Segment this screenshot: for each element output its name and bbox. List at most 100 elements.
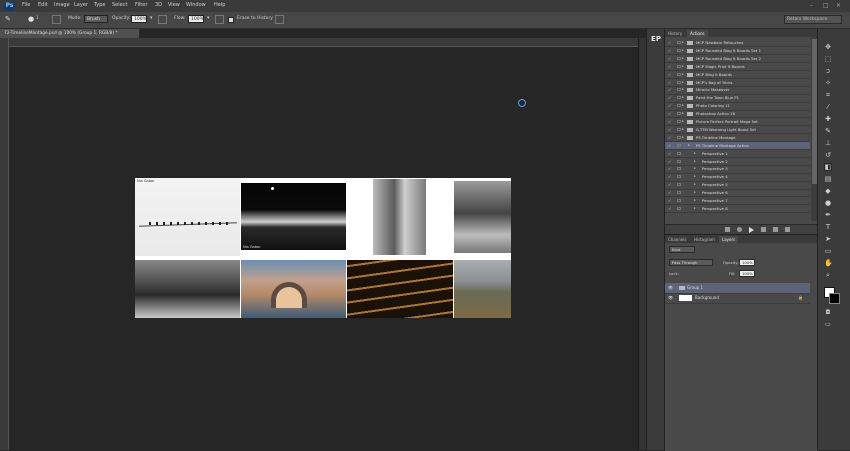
checkmark-icon[interactable]: ✓ [668,205,671,212]
checkmark-icon[interactable]: ✓ [668,55,671,62]
pressure-opacity-icon[interactable] [158,15,167,24]
tab-history[interactable]: History [665,30,685,37]
flow-input[interactable]: 100% [188,15,204,23]
new-action-icon[interactable] [773,227,778,232]
dodge-tool-icon[interactable]: ● [824,199,832,207]
expand-triangle-icon[interactable]: ▸ [694,165,696,172]
checkmark-icon[interactable]: ✓ [668,118,671,125]
dialog-toggle-icon[interactable] [677,159,681,163]
dialog-toggle-icon[interactable] [677,88,681,92]
opacity-dropdown-icon[interactable]: ▾ [150,15,156,24]
dialog-toggle-icon[interactable] [677,183,681,187]
expand-triangle-icon[interactable]: ▸ [682,126,684,133]
action-row[interactable]: ✓ ▸ Perspective 8 [665,205,810,214]
menu-3d[interactable]: 3D [155,2,162,8]
dialog-toggle-icon[interactable] [677,120,681,123]
path-select-tool-icon[interactable]: ➤ [824,235,832,243]
checkmark-icon[interactable]: ✓ [668,165,671,172]
expand-triangle-icon[interactable]: ▸ [688,142,690,149]
lasso-tool-icon[interactable]: ↄ [824,67,832,75]
eraser-tool-icon[interactable]: ✎ [5,15,14,24]
flow-dropdown-icon[interactable]: ▾ [207,15,213,24]
expand-triangle-icon[interactable]: ▸ [682,39,684,46]
expand-triangle-icon[interactable]: ▸ [682,134,684,141]
expand-triangle-icon[interactable]: ▸ [682,110,684,117]
tab-channels[interactable]: Channels [665,236,690,243]
shape-tool-icon[interactable]: ▭ [824,247,832,255]
stop-icon[interactable] [725,227,730,232]
checkmark-icon[interactable]: ✓ [668,181,671,188]
brush-panel-icon[interactable] [52,15,61,24]
crop-tool-icon[interactable]: ⌗ [824,91,832,99]
close-icon[interactable]: × [836,2,841,9]
eye-icon[interactable]: 👁 [668,283,673,293]
dialog-toggle-icon[interactable] [677,191,681,195]
checkmark-icon[interactable]: ✓ [668,110,671,117]
menu-edit[interactable]: Edit [38,2,48,8]
blend-mode-select[interactable]: Pass Through [669,259,713,266]
gradient-tool-icon[interactable]: ▤ [824,175,832,183]
screen-mode-icon[interactable]: ▭ [824,321,832,329]
record-icon[interactable] [737,227,742,232]
marquee-tool-icon[interactable]: ⬚ [824,55,832,63]
erase-history-checkbox[interactable] [228,17,234,23]
checkmark-icon[interactable]: ✓ [668,197,671,204]
expand-triangle-icon[interactable]: ▸ [694,158,696,165]
dialog-toggle-icon[interactable] [677,96,681,100]
dialog-toggle-icon[interactable] [677,72,681,76]
checkmark-icon[interactable]: ✓ [668,79,671,86]
hand-tool-icon[interactable]: ✋ [824,259,833,267]
workspace-select[interactable]: Retain Workspace [784,15,842,24]
checkmark-icon[interactable]: ✓ [668,86,671,93]
new-set-icon[interactable] [761,227,766,232]
dialog-toggle-icon[interactable] [677,127,681,131]
expand-triangle-icon[interactable]: ▸ [682,55,684,62]
expand-triangle-icon[interactable]: ▸ [694,205,696,212]
layers-opacity-input[interactable]: 100% [739,259,755,266]
checkmark-icon[interactable]: ✓ [668,173,671,180]
checkmark-icon[interactable]: ✓ [668,142,671,149]
dialog-toggle-icon[interactable] [677,64,681,68]
eyedropper-tool-icon[interactable]: ⁄ [824,103,832,111]
ep-panel-button[interactable]: EP [649,35,663,47]
expand-triangle-icon[interactable]: ▸ [694,181,696,188]
dialog-toggle-icon[interactable] [677,135,681,139]
menu-window[interactable]: Window [186,2,206,8]
checkmark-icon[interactable]: ✓ [668,63,671,70]
expand-triangle-icon[interactable]: ▸ [682,47,684,54]
checkmark-icon[interactable]: ✓ [668,71,671,78]
menu-type[interactable]: Type [94,2,105,8]
dialog-toggle-icon[interactable] [677,143,681,147]
expand-triangle-icon[interactable]: ▸ [682,86,684,93]
trash-icon[interactable] [785,227,790,232]
expand-triangle-icon[interactable]: ▸ [694,150,696,157]
opacity-input[interactable]: 100% [131,15,147,23]
expand-triangle-icon[interactable]: ▸ [694,189,696,196]
menu-view[interactable]: View [168,2,180,8]
dialog-toggle-icon[interactable] [677,206,681,210]
menu-select[interactable]: Select [112,2,127,8]
checkmark-icon[interactable]: ✓ [668,126,671,133]
dialog-toggle-icon[interactable] [677,151,681,155]
expand-triangle-icon[interactable]: ▸ [682,102,684,109]
pen-tool-icon[interactable]: ✒ [824,211,832,219]
history-brush-tool-icon[interactable]: ↺ [824,151,832,159]
quick-mask-icon[interactable]: ◘ [824,309,832,317]
expand-triangle-icon[interactable]: ▸ [694,197,696,204]
dialog-toggle-icon[interactable] [677,104,681,108]
checkmark-icon[interactable]: ✓ [668,102,671,109]
dialog-toggle-icon[interactable] [677,199,681,202]
mode-select[interactable]: Brush [84,15,108,23]
minimize-icon[interactable]: – [810,2,813,9]
menu-layer[interactable]: Layer [74,2,88,8]
expand-triangle-icon[interactable]: ▸ [682,63,684,70]
tab-histogram[interactable]: Histogram [691,236,718,243]
dialog-toggle-icon[interactable] [677,80,681,84]
checkmark-icon[interactable]: ✓ [668,94,671,101]
brush-tool-icon[interactable]: ✎ [824,127,832,135]
menu-image[interactable]: Image [54,2,70,8]
dialog-toggle-icon[interactable] [677,48,681,52]
zoom-tool-icon[interactable]: ⌕ [824,271,832,279]
dialog-toggle-icon[interactable] [677,112,681,116]
type-tool-icon[interactable]: T [824,223,832,231]
